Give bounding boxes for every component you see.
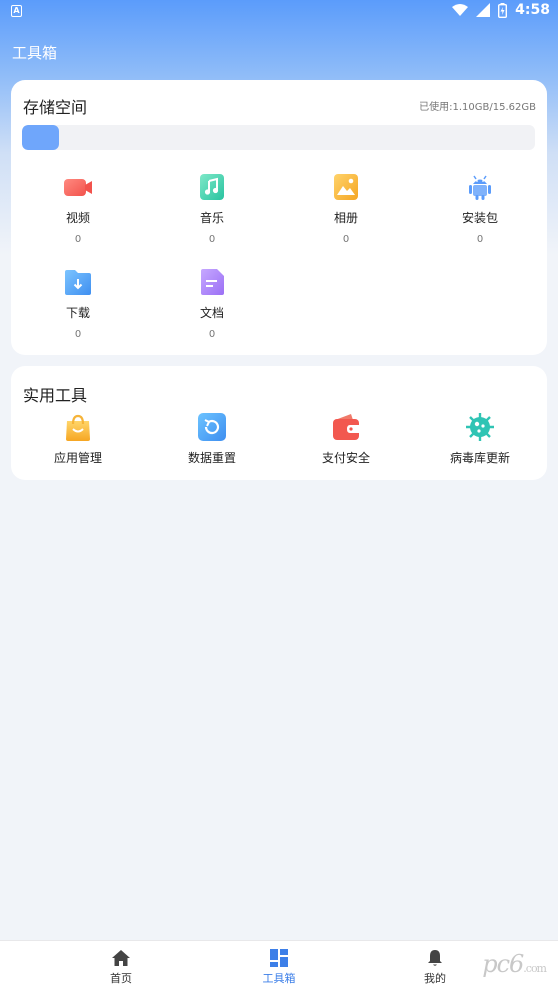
tool-virus-db-update[interactable]: 病毒库更新 (420, 412, 540, 466)
storage-item-label: 下载 (65, 306, 90, 320)
storage-item-album[interactable]: 相册 0 (286, 173, 406, 245)
storage-item-count: 0 (74, 234, 82, 245)
storage-progress-bar (22, 125, 535, 150)
tools-card: 实用工具 应用管理 数据重置 支付安全 病毒库更新 (11, 366, 547, 480)
tool-payment-security[interactable]: 支付安全 (286, 412, 406, 466)
storage-item-label: 文档 (199, 306, 224, 320)
tool-label: 应用管理 (53, 451, 102, 465)
virus-icon (466, 413, 494, 441)
video-icon (64, 179, 92, 196)
bottom-nav: 首页 工具箱 我的 (0, 940, 558, 992)
storage-item-label: 视频 (65, 211, 90, 225)
home-icon (112, 950, 130, 966)
storage-item-label: 相册 (333, 211, 358, 225)
storage-item-count: 0 (342, 234, 350, 245)
photo-album-icon (334, 174, 358, 200)
tool-app-manager[interactable]: 应用管理 (18, 412, 138, 466)
storage-item-document[interactable]: 文档 0 (152, 268, 272, 340)
android-icon (469, 175, 491, 200)
watermark-suffix: .com (523, 962, 547, 975)
storage-item-download[interactable]: 下载 0 (18, 268, 138, 340)
storage-item-label: 安装包 (461, 211, 498, 225)
nav-item-toolbox[interactable]: 工具箱 (239, 949, 319, 986)
storage-used-text: 已使用:1.10GB/15.62GB (419, 102, 536, 113)
document-icon (201, 269, 224, 295)
wifi-icon (452, 3, 469, 16)
storage-item-video[interactable]: 视频 0 (18, 173, 138, 245)
reset-icon (198, 413, 226, 441)
storage-progress-fill (22, 125, 59, 150)
storage-card: 存储空间 已使用:1.10GB/15.62GB 视频 0 音乐 0 相册 0 安… (11, 80, 547, 355)
nav-label: 首页 (110, 972, 132, 985)
tool-label: 病毒库更新 (449, 451, 510, 465)
nav-label: 工具箱 (262, 972, 296, 985)
watermark-text: pc6 (482, 950, 524, 978)
status-bar: A 4:58 (0, 0, 558, 24)
clock-time: 4:58 (515, 2, 550, 18)
wallet-icon (333, 414, 359, 440)
storage-item-music[interactable]: 音乐 0 (152, 173, 272, 245)
storage-item-count: 0 (476, 234, 484, 245)
nav-item-home[interactable]: 首页 (81, 949, 161, 986)
download-folder-icon (65, 270, 91, 295)
watermark-logo: pc6.com (482, 950, 547, 978)
shopping-bag-icon (66, 414, 90, 441)
storage-item-count: 0 (208, 329, 216, 340)
tool-label: 支付安全 (321, 451, 370, 465)
storage-title: 存储空间 (23, 98, 88, 117)
storage-item-apk[interactable]: 安装包 0 (420, 173, 540, 245)
toolbox-grid-icon (270, 949, 288, 967)
storage-item-count: 0 (74, 329, 82, 340)
nav-label: 我的 (424, 972, 446, 985)
page-title: 工具箱 (12, 44, 58, 62)
tool-data-reset[interactable]: 数据重置 (152, 412, 272, 466)
tool-label: 数据重置 (187, 451, 236, 465)
storage-item-count: 0 (208, 234, 216, 245)
notification-badge-icon: A (11, 5, 22, 17)
music-icon (200, 174, 224, 200)
tools-title: 实用工具 (23, 386, 88, 405)
battery-icon (498, 2, 508, 18)
bell-icon (428, 950, 442, 966)
signal-icon (476, 3, 491, 17)
storage-item-label: 音乐 (199, 211, 224, 225)
nav-item-mine[interactable]: 我的 (395, 949, 475, 986)
